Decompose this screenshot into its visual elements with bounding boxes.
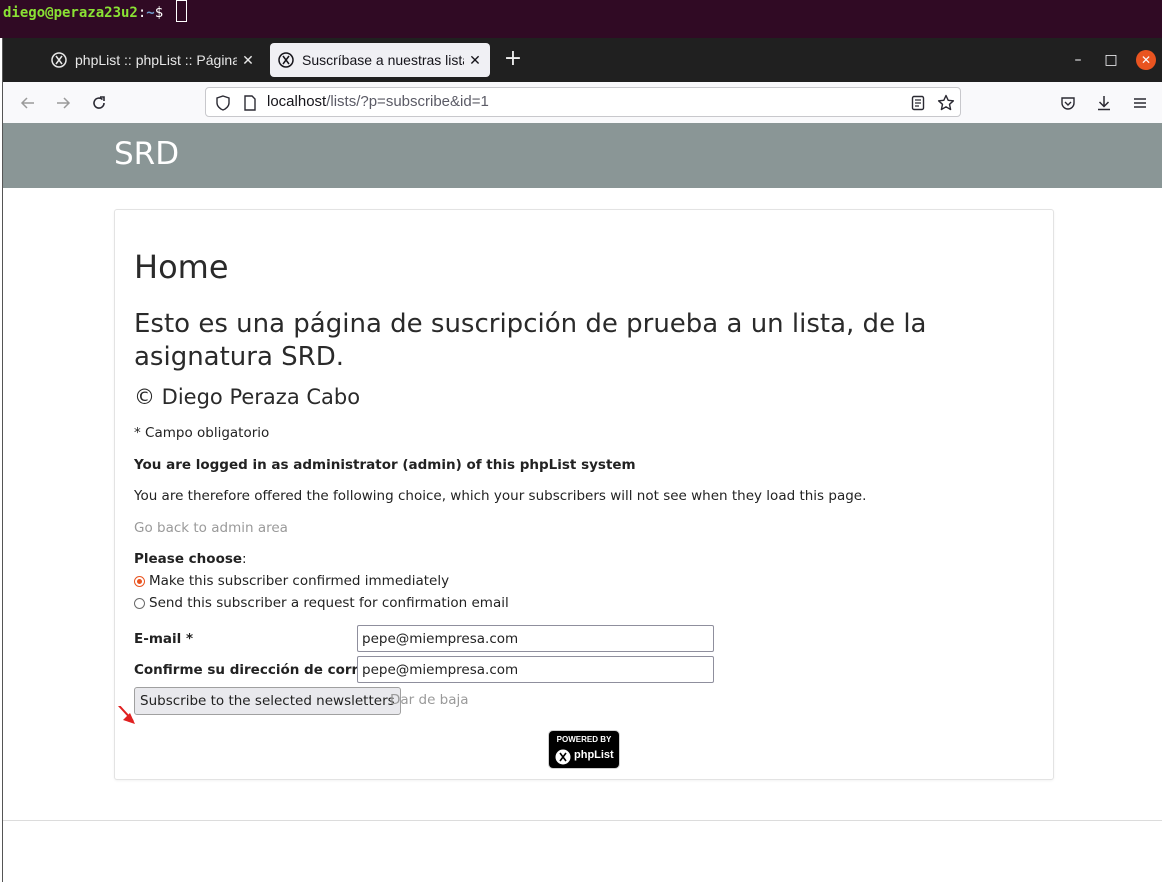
pocket-icon — [1061, 97, 1075, 110]
admin-notice: You are logged in as administrator (admi… — [134, 457, 636, 473]
back-arrow-icon — [20, 97, 34, 109]
terminal-user-host: diego@peraza23u2 — [3, 5, 138, 21]
page-heading: Home — [134, 248, 229, 286]
powered-by-phplist-badge[interactable]: POWERED BY phpList — [548, 730, 620, 769]
minimize-button[interactable]: – — [1068, 50, 1088, 70]
unsubscribe-link[interactable]: Dar de baja — [390, 692, 469, 708]
footer-divider — [3, 820, 1162, 821]
forward-arrow-icon — [57, 97, 71, 109]
phplist-favicon-icon — [51, 52, 67, 68]
maximize-button[interactable]: □ — [1101, 50, 1121, 70]
admin-choice-text: You are therefore offered the following … — [134, 488, 867, 504]
confirm-email-field[interactable] — [357, 656, 714, 683]
navigation-toolbar: localhost/lists/?p=subscribe&id=1 — [3, 82, 1162, 124]
phplist-logo-icon — [555, 749, 571, 765]
admin-area-link[interactable]: Go back to admin area — [134, 520, 288, 536]
powered-by-name: phpList — [574, 749, 614, 761]
tab-bar: phpList :: phpList :: Página ✕ Suscríbas… — [3, 38, 1162, 82]
pocket-button[interactable] — [1055, 90, 1081, 116]
tab-phplist-admin[interactable]: phpList :: phpList :: Página ✕ — [43, 43, 263, 77]
close-icon[interactable]: ✕ — [241, 52, 255, 69]
back-button[interactable] — [15, 90, 41, 116]
url-path: /lists/?p=subscribe&id=1 — [326, 93, 489, 110]
radio-confirm-immediately[interactable] — [134, 575, 145, 587]
annotation-arrow-icon — [117, 706, 135, 724]
page-icon[interactable] — [241, 94, 259, 112]
close-window-button[interactable]: ✕ — [1136, 50, 1156, 70]
shield-icon[interactable] — [214, 94, 232, 112]
tab-subscribe[interactable]: Suscríbase a nuestras listas ✕ — [270, 43, 490, 77]
required-field-note: * Campo obligatorio — [134, 425, 270, 441]
copyright-text: © Diego Peraza Cabo — [134, 385, 361, 409]
choose-label-text: Please choose — [134, 551, 243, 567]
site-header: SRD — [3, 123, 1162, 188]
email-label: E-mail * — [134, 631, 194, 647]
email-field[interactable] — [357, 625, 714, 652]
terminal-path: ~ — [146, 5, 155, 21]
terminal-prompt-symbol: $ — [154, 5, 164, 21]
powered-by-text: POWERED BY — [556, 735, 612, 744]
downloads-button[interactable] — [1091, 90, 1117, 116]
option-label: Send this subscriber a request for confi… — [149, 595, 509, 611]
url-text[interactable]: localhost/lists/?p=subscribe&id=1 — [267, 93, 489, 110]
tab-title: Suscríbase a nuestras listas — [302, 52, 464, 68]
subscribe-button[interactable]: Subscribe to the selected newsletters — [134, 687, 401, 715]
page-content: SRD Home Esto es una página de suscripci… — [3, 123, 1162, 882]
new-tab-button[interactable]: + — [501, 48, 525, 72]
radio-send-confirmation[interactable] — [134, 597, 145, 609]
option-confirm-immediately[interactable]: Make this subscriber confirmed immediate… — [134, 573, 449, 589]
option-send-confirmation[interactable]: Send this subscriber a request for confi… — [134, 595, 509, 611]
site-title: SRD — [114, 136, 180, 172]
forward-button[interactable] — [50, 90, 76, 116]
url-host: localhost — [267, 93, 327, 110]
menu-icon — [1134, 98, 1146, 108]
choose-label: Please choose: — [134, 551, 247, 567]
terminal-cursor — [175, 0, 187, 22]
url-bar[interactable]: localhost/lists/?p=subscribe&id=1 — [205, 87, 961, 117]
bookmark-star-icon[interactable] — [937, 94, 955, 112]
reload-button[interactable] — [86, 90, 112, 116]
app-menu-button[interactable] — [1127, 90, 1153, 116]
reload-icon — [93, 96, 105, 109]
choose-label-colon: : — [242, 551, 247, 567]
download-icon — [1098, 96, 1110, 111]
option-label: Make this subscriber confirmed immediate… — [149, 573, 450, 589]
confirm-email-label: Confirme su dirección de correo * — [134, 662, 389, 678]
subscribe-panel: Home Esto es una página de suscripción d… — [114, 209, 1054, 780]
close-icon[interactable]: ✕ — [468, 52, 482, 69]
terminal-prompt-bar: diego@peraza23u2:~$ — [0, 0, 1162, 38]
tab-title: phpList :: phpList :: Página — [75, 52, 237, 68]
browser-window: phpList :: phpList :: Página ✕ Suscríbas… — [2, 38, 1162, 882]
page-description: Esto es una página de suscripción de pru… — [134, 309, 927, 372]
reader-view-icon[interactable] — [909, 94, 927, 112]
phplist-favicon-icon — [278, 52, 294, 68]
